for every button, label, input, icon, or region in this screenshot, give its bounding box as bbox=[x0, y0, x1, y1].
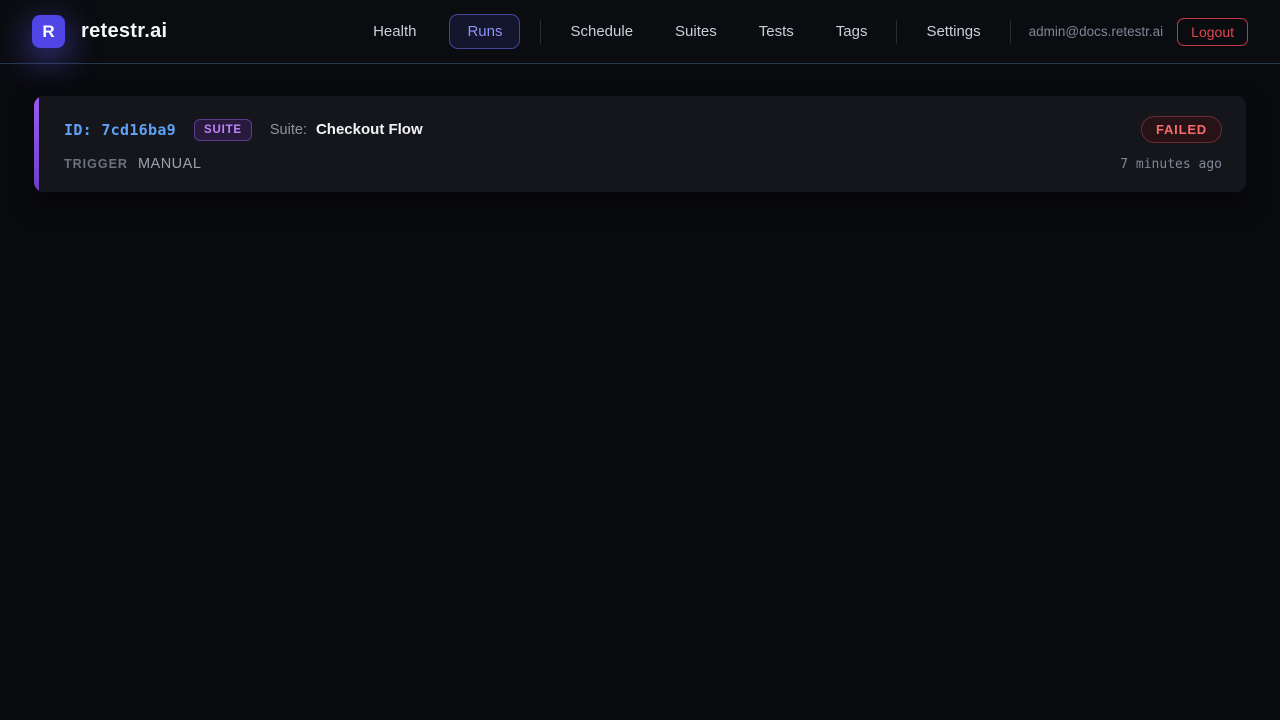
run-card-accent-strip bbox=[34, 96, 39, 192]
main-content: ID: 7cd16ba9 SUITE Suite: Checkout Flow … bbox=[0, 64, 1280, 224]
nav-item-suites[interactable]: Suites bbox=[671, 15, 721, 48]
nav-item-runs[interactable]: Runs bbox=[449, 14, 520, 49]
brand-name: retestr.ai bbox=[81, 20, 167, 43]
status-badge-failed: FAILED bbox=[1141, 116, 1222, 143]
run-type-badge: SUITE bbox=[194, 119, 252, 141]
nav-divider bbox=[540, 20, 541, 44]
run-timestamp: 7 minutes ago bbox=[1120, 157, 1222, 172]
main-nav: Health Runs Schedule Suites Tests Tags S… bbox=[352, 14, 1248, 49]
suite-label: Suite: bbox=[270, 122, 307, 138]
suite-name: Checkout Flow bbox=[316, 121, 423, 138]
top-navigation-bar: R retestr.ai Health Runs Schedule Suites… bbox=[0, 0, 1280, 64]
run-card-bottom-row: TRIGGER MANUAL 7 minutes ago bbox=[64, 156, 1222, 172]
run-card[interactable]: ID: 7cd16ba9 SUITE Suite: Checkout Flow … bbox=[34, 96, 1246, 192]
nav-item-health[interactable]: Health bbox=[369, 15, 420, 48]
run-id-value: 7cd16ba9 bbox=[101, 121, 176, 139]
trigger-label: TRIGGER bbox=[64, 157, 128, 171]
brand-logo-letter: R bbox=[42, 22, 54, 42]
logout-button[interactable]: Logout bbox=[1177, 18, 1248, 46]
run-id: ID: 7cd16ba9 bbox=[64, 121, 176, 139]
trigger-value: MANUAL bbox=[138, 156, 201, 172]
run-id-label: ID: bbox=[64, 121, 92, 139]
nav-divider bbox=[1010, 20, 1011, 44]
nav-item-schedule[interactable]: Schedule bbox=[566, 15, 637, 48]
brand[interactable]: R retestr.ai bbox=[32, 15, 167, 48]
brand-logo-icon: R bbox=[32, 15, 65, 48]
nav-item-settings[interactable]: Settings bbox=[922, 15, 984, 48]
nav-item-tags[interactable]: Tags bbox=[832, 15, 872, 48]
user-email: admin@docs.retestr.ai bbox=[1029, 24, 1164, 39]
nav-divider bbox=[896, 20, 897, 44]
nav-item-tests[interactable]: Tests bbox=[755, 15, 798, 48]
run-card-top-row: ID: 7cd16ba9 SUITE Suite: Checkout Flow … bbox=[64, 116, 1222, 143]
